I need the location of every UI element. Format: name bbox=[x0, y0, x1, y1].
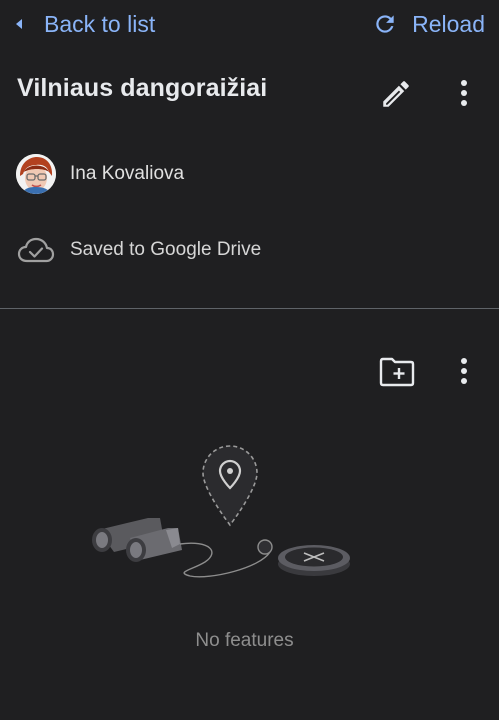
layer-more-options-button[interactable] bbox=[449, 351, 479, 391]
cloud-done-icon bbox=[16, 235, 56, 265]
create-folder-icon bbox=[379, 357, 415, 387]
owner-name: Ina Kovaliova bbox=[70, 163, 185, 184]
add-layer-button[interactable] bbox=[376, 352, 418, 392]
reload-button[interactable]: Reload bbox=[372, 8, 485, 40]
empty-state-illustration bbox=[80, 440, 370, 590]
top-bar: Back to list Reload bbox=[0, 0, 499, 48]
binoculars-icon bbox=[92, 518, 182, 562]
avatar[interactable] bbox=[16, 154, 56, 194]
chevron-left-icon bbox=[8, 13, 30, 35]
map-pin-icon bbox=[202, 445, 258, 527]
back-to-list-label: Back to list bbox=[44, 10, 156, 37]
save-status-row: Saved to Google Drive bbox=[16, 228, 261, 272]
compass-icon bbox=[257, 539, 350, 576]
reload-label: Reload bbox=[412, 10, 485, 37]
map-more-options-button[interactable] bbox=[449, 73, 479, 113]
save-status-text: Saved to Google Drive bbox=[70, 239, 262, 260]
refresh-icon bbox=[372, 11, 398, 37]
section-divider bbox=[0, 308, 499, 309]
more-vert-icon bbox=[461, 80, 467, 106]
map-title: Vilniaus dangoraižiai bbox=[17, 74, 268, 102]
back-to-list-link[interactable]: Back to list bbox=[8, 8, 155, 40]
edit-title-button[interactable] bbox=[376, 74, 416, 114]
empty-state-text: No features bbox=[195, 630, 294, 651]
owner-row: Ina Kovaliova bbox=[16, 152, 184, 196]
more-vert-icon bbox=[461, 358, 467, 384]
pencil-icon bbox=[383, 81, 409, 107]
